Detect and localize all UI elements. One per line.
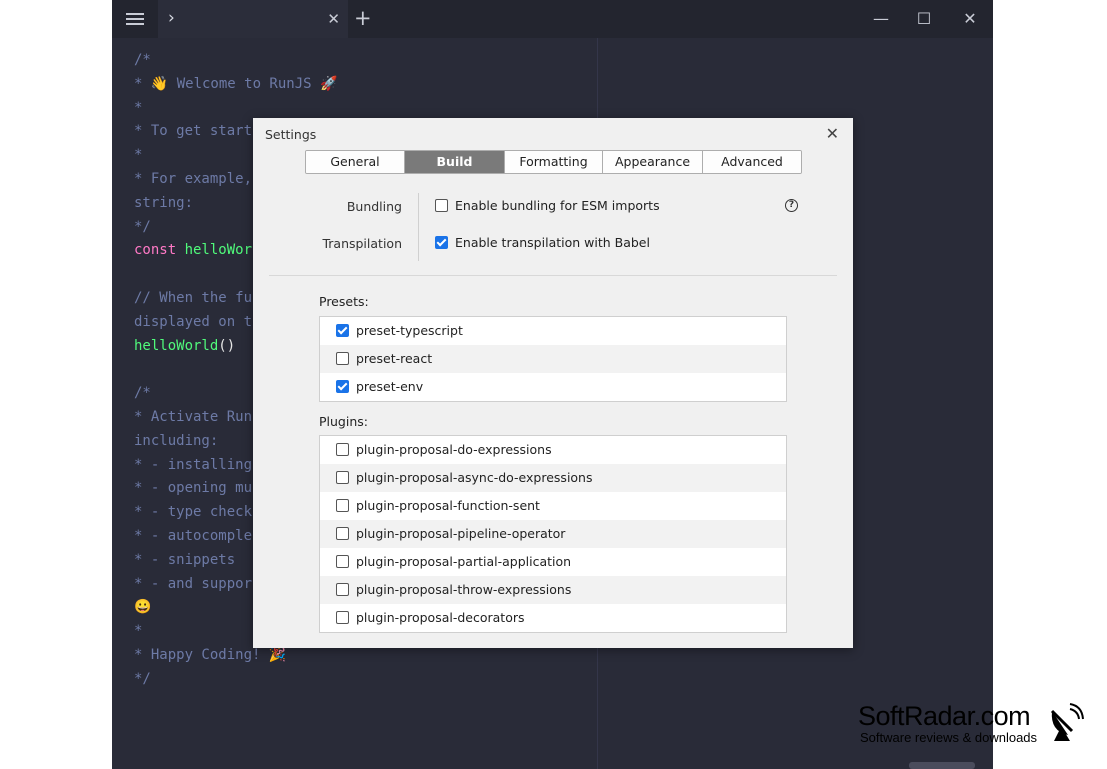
code-token: *: [134, 147, 143, 164]
code-token: *: [134, 623, 143, 640]
softradar-watermark: SoftRadar.com Software reviews & downloa…: [858, 701, 1084, 745]
code-token: * Happy Coding! 🎉: [134, 646, 287, 663]
code-token: * Activate Run: [134, 408, 253, 425]
plugin-label: plugin-proposal-partial-application: [356, 554, 572, 569]
list-item[interactable]: plugin-proposal-do-expressions: [320, 436, 786, 464]
code-token: * 👋 Welcome to RunJS 🚀: [134, 75, 338, 92]
plugin-label: plugin-proposal-do-expressions: [356, 442, 552, 457]
plugin-label: plugin-proposal-throw-expressions: [356, 582, 572, 597]
code-line: *: [134, 97, 337, 121]
maximize-icon[interactable]: ☐: [913, 9, 935, 28]
watermark-tagline: Software reviews & downloads: [860, 730, 1038, 745]
code-token: * - snippets: [134, 551, 236, 568]
code-token: * - opening mu: [134, 480, 253, 497]
editor-tab[interactable]: › ✕: [158, 0, 348, 38]
list-item[interactable]: plugin-proposal-throw-expressions: [320, 576, 786, 604]
add-tab-icon[interactable]: +: [354, 6, 372, 30]
plugin-label: plugin-proposal-pipeline-operator: [356, 526, 566, 541]
code-token: */: [134, 218, 151, 235]
list-item[interactable]: preset-typescript: [320, 317, 786, 345]
label-separator: [418, 193, 419, 261]
minimize-icon[interactable]: —: [870, 9, 892, 28]
list-item[interactable]: preset-env: [320, 373, 786, 401]
plugin-checkbox[interactable]: [336, 527, 349, 540]
bundling-label: Bundling: [346, 199, 402, 214]
code-token: *: [134, 99, 143, 116]
plugin-checkbox[interactable]: [336, 471, 349, 484]
list-item[interactable]: preset-react: [320, 345, 786, 373]
code-token: displayed on t: [134, 313, 253, 330]
plugins-list: plugin-proposal-do-expressions plugin-pro…: [319, 435, 787, 633]
code-token: * - and suppor: [134, 575, 253, 592]
code-token: (): [218, 337, 236, 354]
settings-tabs: General Build Formatting Appearance Adva…: [305, 150, 802, 174]
code-token: * - installing: [134, 456, 253, 473]
preset-checkbox[interactable]: [336, 380, 349, 393]
horizontal-scrollbar[interactable]: [909, 762, 975, 769]
watermark-name: SoftRadar.com: [858, 701, 1031, 731]
code-token: string:: [134, 194, 194, 211]
dialog-title: Settings: [265, 127, 317, 142]
code-token: including:: [134, 432, 219, 449]
close-window-icon[interactable]: ✕: [959, 9, 981, 28]
code-token: /*: [134, 52, 151, 68]
list-item[interactable]: plugin-proposal-decorators: [320, 604, 786, 632]
transpilation-option-label: Enable transpilation with Babel: [455, 235, 650, 250]
plugin-label: plugin-proposal-async-do-expressions: [356, 470, 593, 485]
bundling-option-label: Enable bundling for ESM imports: [455, 198, 660, 213]
section-divider: [269, 275, 837, 276]
chevron-right-icon: ›: [168, 8, 175, 28]
code-token: // When the fu: [134, 289, 253, 306]
code-token: helloWor: [184, 242, 253, 259]
transpilation-label: Transpilation: [322, 236, 402, 251]
settings-dialog: Settings ✕ General Build Formatting Appe…: [253, 118, 853, 648]
plugin-checkbox[interactable]: [336, 583, 349, 596]
plugin-label: plugin-proposal-decorators: [356, 610, 525, 625]
list-item[interactable]: plugin-proposal-pipeline-operator: [320, 520, 786, 548]
plugins-label: Plugins:: [319, 414, 368, 429]
presets-label: Presets:: [319, 294, 369, 309]
hamburger-menu-icon[interactable]: [120, 6, 150, 32]
bundling-checkbox[interactable]: [435, 199, 448, 212]
help-icon[interactable]: ?: [785, 199, 798, 212]
code-token: helloWorld: [134, 337, 219, 354]
title-bar: › ✕ + — ☐ ✕: [112, 0, 993, 38]
satellite-dish-icon: [1050, 703, 1084, 741]
transpilation-checkbox[interactable]: [435, 236, 448, 249]
preset-checkbox[interactable]: [336, 352, 349, 365]
tab-formatting[interactable]: Formatting: [505, 151, 603, 173]
preset-checkbox[interactable]: [336, 324, 349, 337]
list-item[interactable]: plugin-proposal-function-sent: [320, 492, 786, 520]
code-token: */: [134, 670, 151, 687]
preset-label: preset-env: [356, 379, 424, 394]
list-item[interactable]: plugin-proposal-partial-application: [320, 548, 786, 576]
code-token: /*: [134, 385, 151, 402]
close-tab-icon[interactable]: ✕: [327, 10, 340, 28]
code-line: * 👋 Welcome to RunJS 🚀: [134, 73, 337, 97]
code-token: const: [134, 242, 185, 259]
tab-appearance[interactable]: Appearance: [603, 151, 703, 173]
plugin-checkbox[interactable]: [336, 499, 349, 512]
plugin-checkbox[interactable]: [336, 555, 349, 568]
code-line: */: [134, 668, 337, 692]
presets-list: preset-typescript preset-react preset-env: [319, 316, 787, 402]
code-line: /*: [134, 49, 337, 73]
list-item[interactable]: plugin-proposal-async-do-expressions: [320, 464, 786, 492]
plugin-label: plugin-proposal-function-sent: [356, 498, 540, 513]
code-token: * To get start: [134, 123, 253, 140]
close-icon[interactable]: ✕: [826, 124, 839, 143]
code-token: * For example,: [134, 170, 253, 187]
code-token: * - autocomple: [134, 527, 253, 544]
tab-build[interactable]: Build: [405, 151, 505, 173]
plugin-checkbox[interactable]: [336, 443, 349, 456]
tab-advanced[interactable]: Advanced: [703, 151, 801, 173]
code-token: * - type check: [134, 504, 253, 521]
tab-general[interactable]: General: [306, 151, 405, 173]
preset-label: preset-typescript: [356, 323, 463, 338]
preset-label: preset-react: [356, 351, 433, 366]
plugin-checkbox[interactable]: [336, 611, 349, 624]
code-token: 😀: [134, 599, 152, 616]
